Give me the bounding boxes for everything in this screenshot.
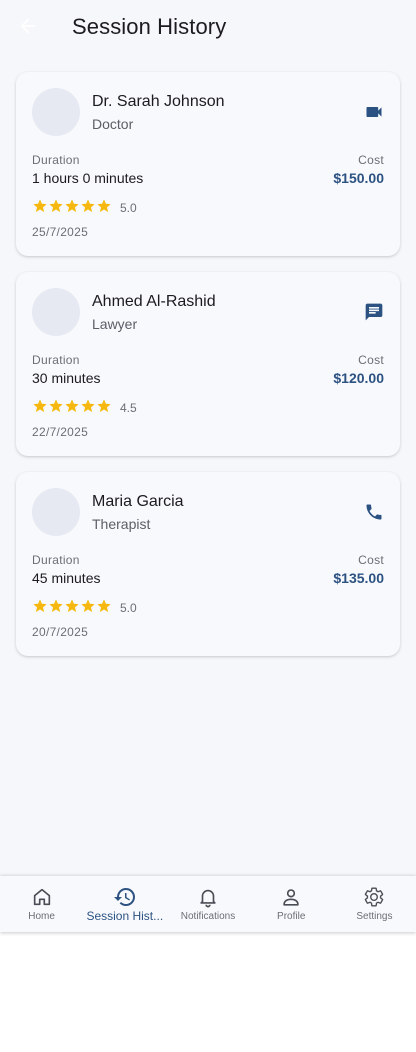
nav-label: Profile xyxy=(277,911,306,922)
star-icon xyxy=(49,598,63,612)
cost-label: Cost xyxy=(358,353,384,367)
rating-value: 5.0 xyxy=(120,601,137,615)
back-button[interactable] xyxy=(14,14,42,42)
star-icon xyxy=(97,398,111,412)
provider-name: Ahmed Al-Rashid xyxy=(92,293,216,310)
provider-name: Maria Garcia xyxy=(92,493,184,510)
nav-item-notifications[interactable]: Notifications xyxy=(166,876,249,932)
session-date: 22/7/2025 xyxy=(32,425,89,439)
star-icon xyxy=(33,598,47,612)
star-icon xyxy=(33,398,47,412)
nav-item-profile[interactable]: Profile xyxy=(250,876,333,932)
cost-value: $135.00 xyxy=(333,570,384,586)
home-icon xyxy=(30,885,54,909)
duration-value: 1 hours 0 minutes xyxy=(32,170,144,186)
duration-label: Duration xyxy=(32,553,80,567)
bell-icon xyxy=(196,885,220,909)
nav-label: Home xyxy=(28,911,55,922)
arrow-back-icon xyxy=(17,15,39,42)
session-card[interactable]: Dr. Sarah Johnson Doctor Duration 1 hour… xyxy=(16,72,400,256)
page-title: Session History xyxy=(72,14,227,39)
star-icon xyxy=(49,198,63,212)
nav-item-session-history[interactable]: Session Hist... xyxy=(83,876,166,932)
chat-icon[interactable] xyxy=(362,300,386,324)
nav-label: Notifications xyxy=(180,911,236,922)
cost-value: $120.00 xyxy=(333,370,384,386)
star-rating: 5.0 xyxy=(32,198,137,217)
star-icon xyxy=(49,398,63,412)
session-card[interactable]: Maria Garcia Therapist Duration 45 minut… xyxy=(16,472,400,656)
cost-value: $150.00 xyxy=(333,170,384,186)
gear-icon xyxy=(362,885,386,909)
app-screen: Session History Dr. Sarah Johnson Doctor… xyxy=(0,0,416,932)
session-date: 25/7/2025 xyxy=(32,225,89,239)
videocam-icon[interactable] xyxy=(362,100,386,124)
bottom-nav: Home Session Hist... Notifications Profi… xyxy=(0,876,416,932)
avatar xyxy=(32,88,80,136)
nav-label: Settings xyxy=(356,911,393,922)
star-rating: 4.5 xyxy=(32,398,137,417)
session-date: 20/7/2025 xyxy=(32,625,89,639)
duration-label: Duration xyxy=(32,353,80,367)
star-icon xyxy=(97,598,111,612)
star-icon xyxy=(81,598,95,612)
person-icon xyxy=(279,885,303,909)
rating-value: 4.5 xyxy=(120,401,137,415)
provider-role: Lawyer xyxy=(92,316,138,332)
star-icon xyxy=(81,198,95,212)
provider-role: Therapist xyxy=(92,516,151,532)
phone-icon[interactable] xyxy=(362,500,386,524)
app-bar: Session History xyxy=(0,0,416,56)
nav-label: Session Hist... xyxy=(86,909,164,923)
avatar xyxy=(32,488,80,536)
provider-name: Dr. Sarah Johnson xyxy=(92,93,225,110)
history-icon xyxy=(113,885,137,909)
star-icon xyxy=(65,198,79,212)
cost-label: Cost xyxy=(358,553,384,567)
rating-value: 5.0 xyxy=(120,201,137,215)
provider-role: Doctor xyxy=(92,116,134,132)
avatar xyxy=(32,288,80,336)
nav-item-settings[interactable]: Settings xyxy=(333,876,416,932)
star-icon xyxy=(33,198,47,212)
duration-label: Duration xyxy=(32,153,80,167)
cost-label: Cost xyxy=(358,153,384,167)
star-icon xyxy=(81,398,95,412)
nav-item-home[interactable]: Home xyxy=(0,876,83,932)
star-icon xyxy=(65,398,79,412)
star-icon xyxy=(65,598,79,612)
duration-value: 30 minutes xyxy=(32,370,101,386)
session-card[interactable]: Ahmed Al-Rashid Lawyer Duration 30 minut… xyxy=(16,272,400,456)
duration-value: 45 minutes xyxy=(32,570,101,586)
star-icon xyxy=(97,198,111,212)
star-rating: 5.0 xyxy=(32,598,137,617)
